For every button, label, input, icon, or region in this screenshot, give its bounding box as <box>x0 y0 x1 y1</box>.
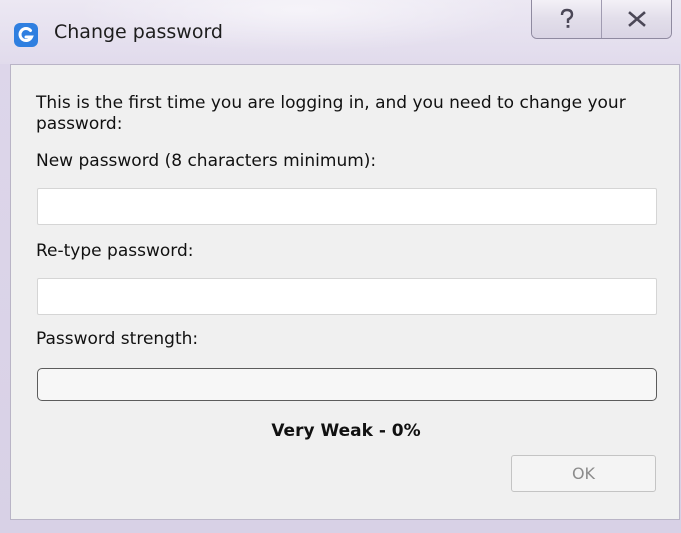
window-title: Change password <box>54 21 223 43</box>
new-password-label: New password (8 characters minimum): <box>36 151 377 171</box>
help-button[interactable] <box>532 0 601 38</box>
title-bar[interactable]: Change password <box>0 0 681 64</box>
question-icon <box>560 8 573 28</box>
retype-password-label: Re-type password: <box>36 241 194 261</box>
close-icon <box>627 11 646 27</box>
new-password-input[interactable] <box>37 188 657 225</box>
caption-buttons <box>531 0 672 39</box>
intro-text: This is the first time you are logging i… <box>36 93 626 134</box>
ok-button[interactable]: OK <box>511 455 656 492</box>
dialog-body: This is the first time you are logging i… <box>10 64 680 520</box>
password-strength-label: Password strength: <box>36 329 199 349</box>
close-button[interactable] <box>601 0 671 38</box>
retype-password-input[interactable] <box>37 278 657 315</box>
password-strength-bar <box>37 368 657 401</box>
app-logo-icon <box>14 23 38 47</box>
password-strength-value: Very Weak - 0% <box>271 421 421 441</box>
change-password-dialog: Change password This is the first time y… <box>0 0 681 533</box>
